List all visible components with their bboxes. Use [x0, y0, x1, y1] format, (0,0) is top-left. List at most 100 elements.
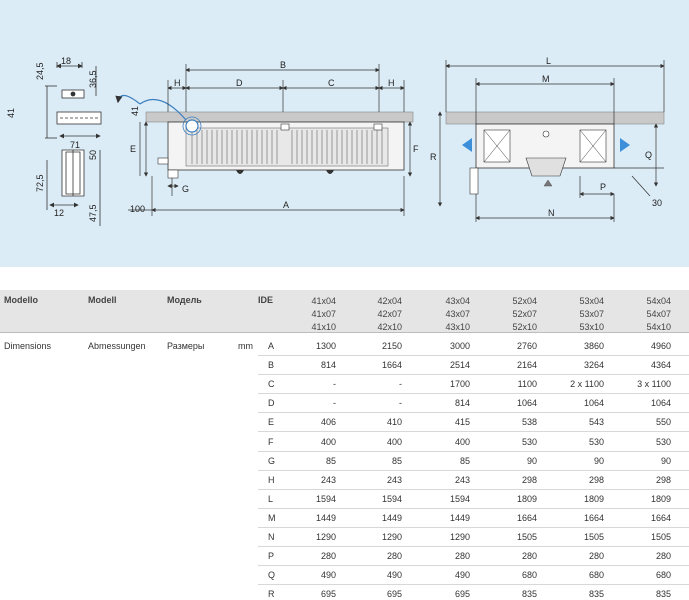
- table-cell: 3860: [583, 341, 604, 351]
- row-divider: [258, 431, 689, 433]
- row-letter: Q: [268, 570, 276, 581]
- row-letter: H: [268, 474, 275, 485]
- table-cell: 4960: [650, 341, 671, 351]
- table-cell: 280: [320, 551, 336, 562]
- header-col-3: 43x04 43x07 43x10: [445, 296, 470, 332]
- table-cell: 298: [655, 474, 671, 485]
- table-cell: 2760: [516, 341, 537, 351]
- side-view: [445, 111, 665, 195]
- table-cell: 538: [521, 417, 537, 428]
- table-cell: 400: [454, 436, 470, 447]
- table-cell: -: [333, 398, 336, 409]
- table-cell: 280: [521, 551, 537, 562]
- table-header: Modello Modell Модель IDE 41x04 41x07 41x1…: [0, 290, 689, 332]
- table-cell: 490: [386, 570, 402, 581]
- dim-g: G: [182, 184, 189, 194]
- technical-drawing: 18 24,5 36,5 41 71 50 72,5 12 47,5 B H D…: [0, 0, 689, 267]
- dim-47-5: 47,5: [88, 204, 98, 222]
- row-letter: B: [268, 360, 275, 371]
- table-cell: 3000: [449, 341, 470, 351]
- dim-12: 12: [54, 208, 64, 218]
- header-model-ru: Модель: [167, 295, 202, 305]
- row-letter: C: [268, 379, 275, 390]
- table-cell: 2150: [381, 341, 402, 351]
- table-cell: 2164: [516, 360, 537, 371]
- section-razmery: Размеры: [167, 341, 205, 351]
- dim-d: D: [236, 78, 243, 88]
- dim-a: A: [283, 200, 289, 210]
- dim-l: L: [546, 56, 551, 66]
- table-cell: 1449: [381, 512, 402, 523]
- dim-18: 18: [61, 56, 71, 66]
- table-cell: 1664: [516, 512, 537, 523]
- dim-m: M: [542, 74, 550, 84]
- table-cell: 680: [521, 570, 537, 581]
- table-cell: 85: [391, 455, 402, 466]
- table-cell: 406: [320, 417, 336, 428]
- dim-b: B: [280, 60, 286, 70]
- header-modell: Modell: [88, 295, 117, 305]
- row-divider: [258, 374, 689, 376]
- table-cell: 243: [320, 474, 336, 485]
- section-dimensions: Dimensions: [4, 341, 52, 351]
- table-cell: 680: [588, 570, 604, 581]
- table-cell: 1664: [583, 512, 604, 523]
- dim-f: F: [413, 144, 419, 154]
- table-cell: 1809: [516, 493, 537, 504]
- table-cell: 90: [593, 455, 604, 466]
- dim-h-right: H: [388, 78, 395, 88]
- table-cell: 410: [386, 417, 402, 428]
- row-letter: G: [268, 455, 276, 466]
- row-letter: A: [268, 341, 275, 351]
- table-cell: 243: [386, 474, 402, 485]
- row-letter: N: [268, 532, 275, 542]
- table-cell: 1290: [449, 532, 470, 542]
- table-cell: 280: [454, 551, 470, 562]
- row-divider: [258, 412, 689, 414]
- dim-n: N: [548, 208, 555, 218]
- row-letter: M: [268, 512, 276, 523]
- table-cell: -: [399, 398, 402, 409]
- header-col-1: 41x04 41x07 41x10: [311, 296, 336, 332]
- row-letter: E: [268, 417, 275, 428]
- table-cell: 3264: [583, 360, 604, 371]
- table-cell: -: [333, 379, 336, 390]
- table-cell: 490: [320, 570, 336, 581]
- table-cell: 1290: [315, 532, 336, 542]
- dim-72-5: 72,5: [35, 174, 45, 192]
- table-cell: 1449: [449, 512, 470, 523]
- table-cell: 4364: [650, 360, 671, 371]
- header-col-5: 53x04 53x07 53x10: [579, 296, 604, 332]
- table-cell: 680: [655, 570, 671, 581]
- dim-100: 100: [130, 204, 145, 214]
- table-cell: 1064: [583, 398, 604, 409]
- row-letter: L: [268, 493, 274, 504]
- table-cell: 298: [588, 474, 604, 485]
- table-cell: 835: [655, 589, 671, 600]
- table-cell: 1064: [516, 398, 537, 409]
- row-letter: F: [268, 436, 274, 447]
- table-cell: 814: [454, 398, 470, 409]
- table-cell: 1300: [315, 341, 336, 351]
- table-cell: 1594: [315, 493, 336, 504]
- table-cell: 835: [521, 589, 537, 600]
- table-cell: 543: [588, 417, 604, 428]
- dim-e: E: [130, 144, 136, 154]
- table-cell: 835: [588, 589, 604, 600]
- dim-41-mid: 41: [130, 106, 140, 116]
- section-unit: mm: [238, 341, 253, 351]
- table-cell: 400: [386, 436, 402, 447]
- row-divider: [258, 393, 689, 395]
- dim-p: P: [600, 182, 606, 192]
- dim-41-side: 41: [6, 108, 16, 118]
- header-modello: Modello: [4, 295, 38, 305]
- row-letter: P: [268, 551, 275, 562]
- table-cell: 695: [320, 589, 336, 600]
- table-cell: 1505: [516, 532, 537, 542]
- table-cell: 1700: [449, 379, 470, 390]
- table-cell: 90: [526, 455, 537, 466]
- row-divider: [258, 355, 689, 356]
- table-cell: 550: [655, 417, 671, 428]
- dim-30: 30: [652, 198, 662, 208]
- table-cell: 85: [459, 455, 470, 466]
